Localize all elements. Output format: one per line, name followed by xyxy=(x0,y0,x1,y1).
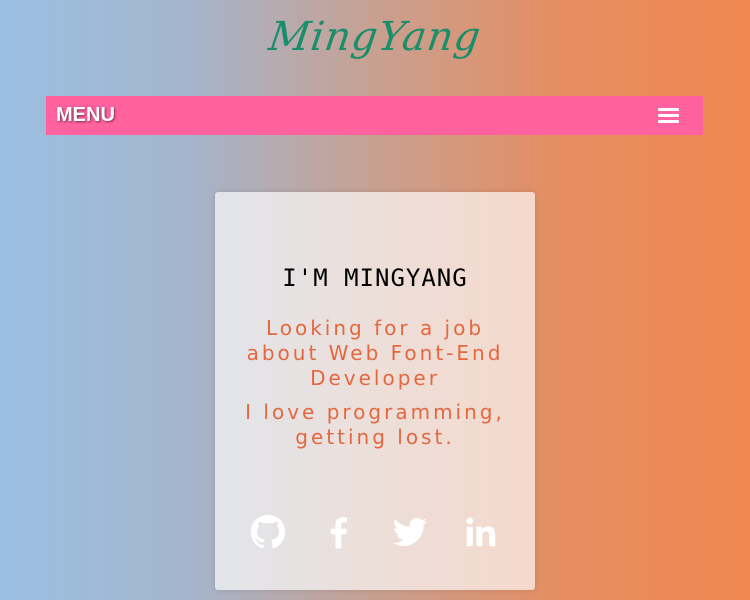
navbar: MENU xyxy=(46,96,703,135)
card-title: I'M MINGYANG xyxy=(282,264,468,292)
hamburger-bar xyxy=(658,114,679,117)
job-seeking-text: Looking for a job about Web Font-End Dev… xyxy=(246,316,504,390)
site-logo[interactable]: MingYang xyxy=(0,14,750,60)
hamburger-icon[interactable] xyxy=(658,106,679,125)
linkedin-icon[interactable] xyxy=(463,514,499,550)
social-links xyxy=(215,514,535,550)
profile-card: I'M MINGYANG Looking for a job about Web… xyxy=(215,192,535,590)
hamburger-bar xyxy=(658,108,679,111)
hamburger-bar xyxy=(658,120,679,123)
github-icon[interactable] xyxy=(250,514,286,550)
menu-label[interactable]: MENU xyxy=(56,104,115,127)
twitter-icon[interactable] xyxy=(392,514,428,550)
facebook-icon[interactable] xyxy=(321,514,357,550)
programming-text: I love programming, getting lost. xyxy=(245,400,505,449)
